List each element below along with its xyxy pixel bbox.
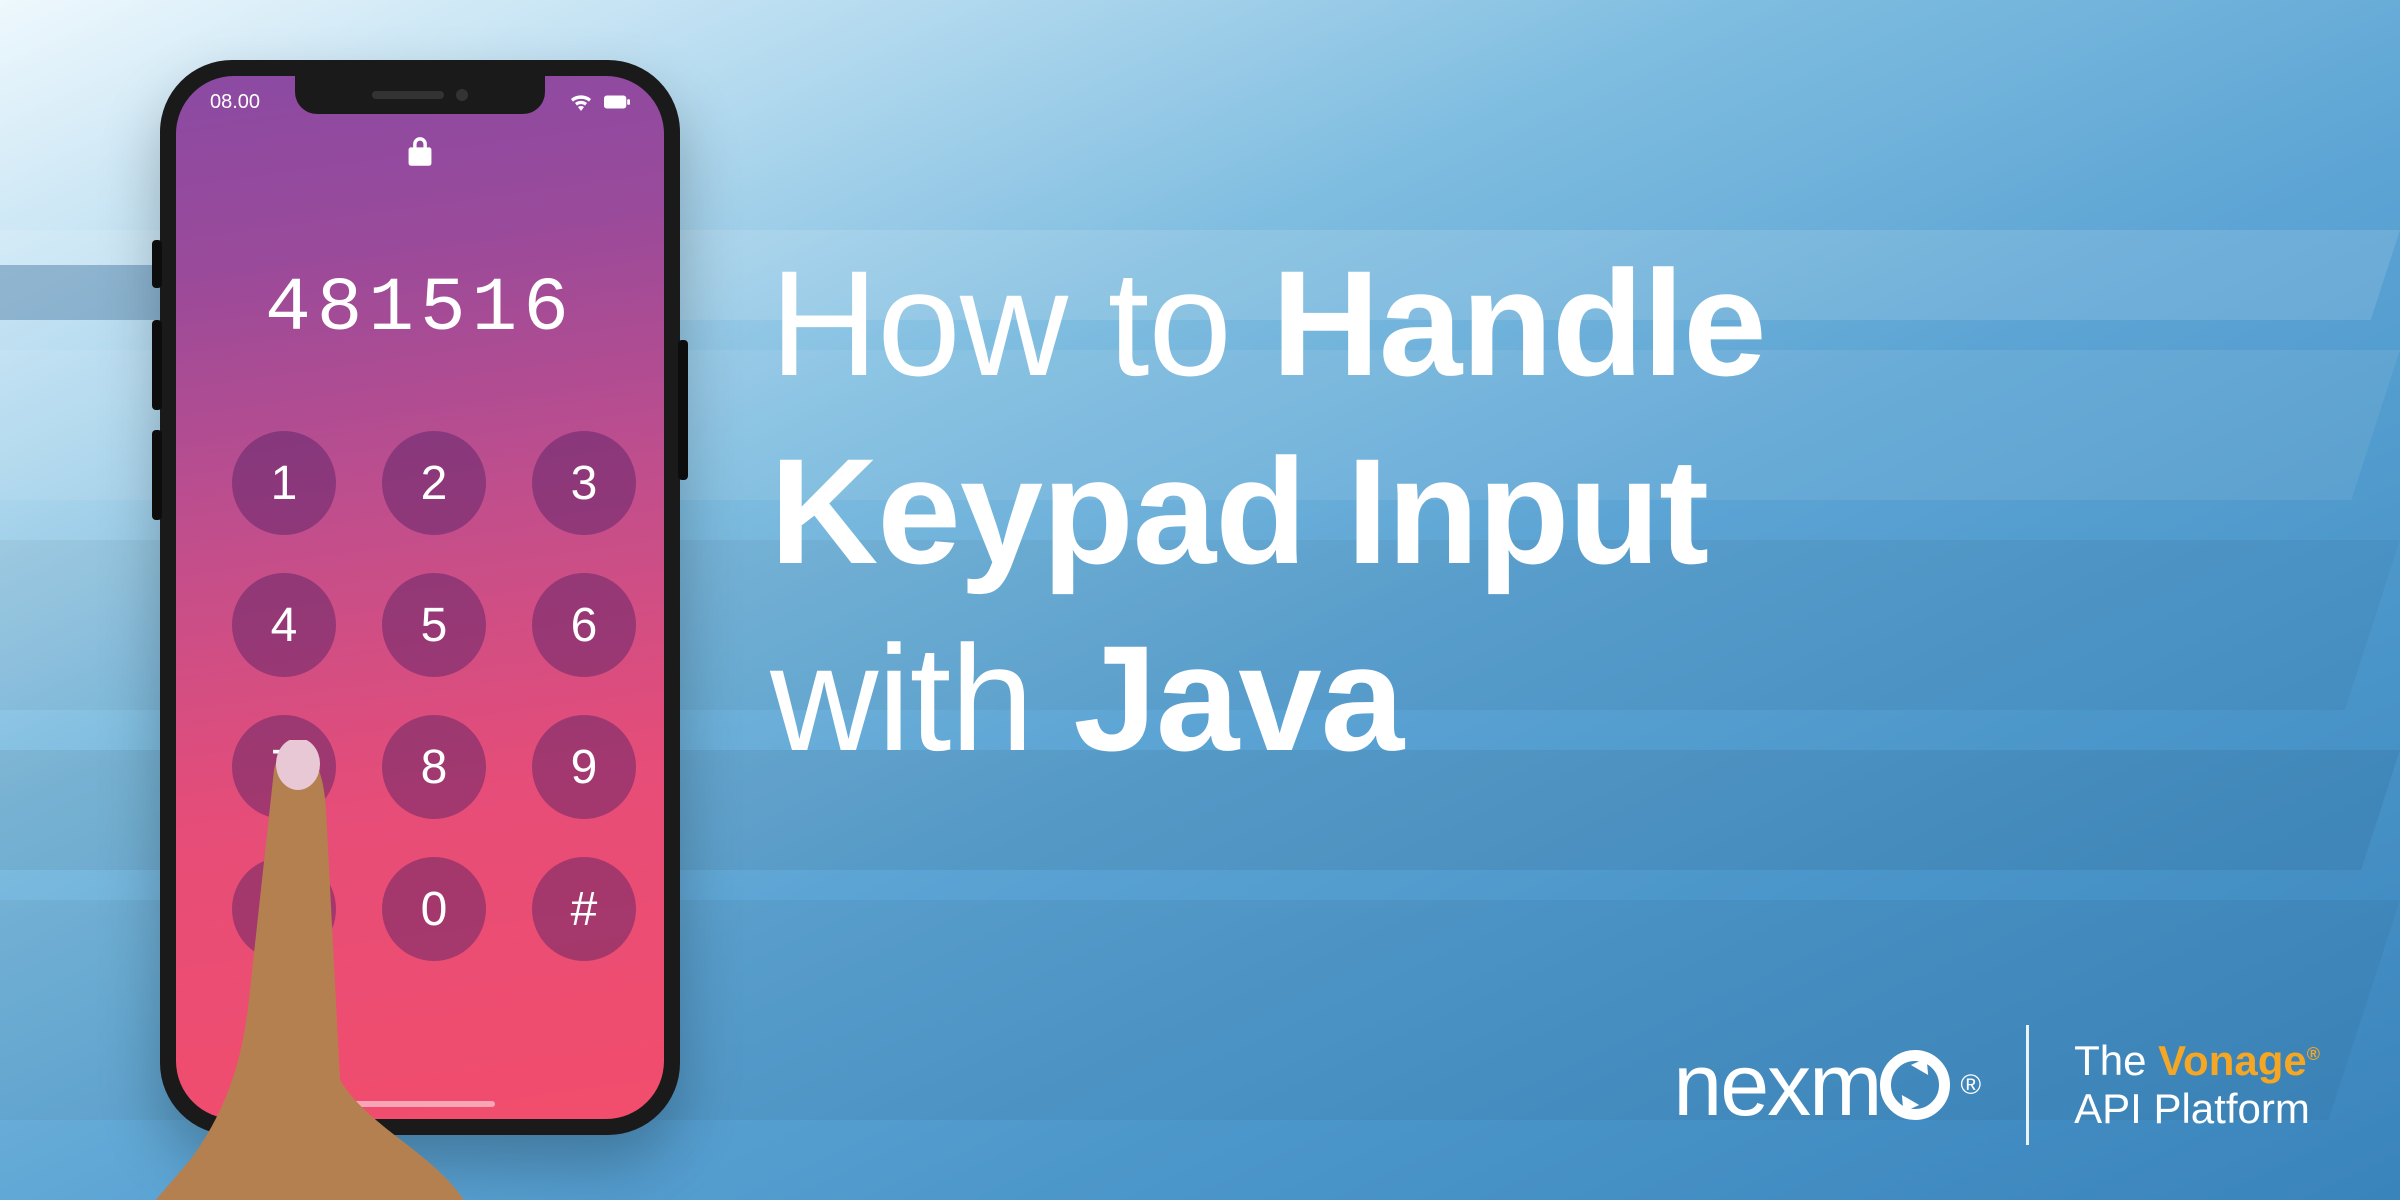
- home-indicator: [345, 1101, 495, 1107]
- headline-part3: with: [770, 614, 1073, 782]
- headline-bold3: Java: [1073, 614, 1403, 782]
- status-bar: 08.00: [176, 88, 664, 116]
- phone-screen: 08.00 481516 1 2 3 4 5 6 7 8 9 *: [176, 76, 664, 1119]
- headline-bold1: Handle: [1272, 239, 1766, 407]
- brand-tagline: The Vonage® API Platform: [2074, 1037, 2320, 1134]
- keypad-key-8[interactable]: 8: [382, 715, 486, 819]
- keypad-key-2[interactable]: 2: [382, 431, 486, 535]
- keypad-key-0[interactable]: 0: [382, 857, 486, 961]
- brand-block: nexm ® The Vonage® API Platform: [1673, 1025, 2320, 1145]
- phone-illustration: 08.00 481516 1 2 3 4 5 6 7 8 9 *: [160, 60, 680, 1135]
- wifi-icon: [568, 93, 594, 111]
- registered-mark: ®: [1960, 1069, 1981, 1101]
- tagline-pre: The: [2074, 1037, 2158, 1084]
- keypad-key-star[interactable]: *: [232, 857, 336, 961]
- nexmo-logo: nexm ®: [1673, 1034, 1981, 1136]
- keypad-key-9[interactable]: 9: [532, 715, 636, 819]
- tagline-reg: ®: [2307, 1044, 2320, 1064]
- entered-digits: 481516: [176, 266, 664, 352]
- tagline-line2: API Platform: [2074, 1085, 2320, 1133]
- keypad-key-1[interactable]: 1: [232, 431, 336, 535]
- status-time: 08.00: [210, 91, 260, 114]
- logo-divider: [2026, 1025, 2029, 1145]
- nexmo-wordmark: nexm: [1673, 1034, 1880, 1136]
- keypad-key-hash[interactable]: #: [532, 857, 636, 961]
- phone-mute-switch: [152, 240, 162, 288]
- phone-volume-down: [152, 430, 162, 520]
- nexmo-o-icon: [1880, 1050, 1950, 1120]
- keypad-key-5[interactable]: 5: [382, 573, 486, 677]
- keypad-key-3[interactable]: 3: [532, 431, 636, 535]
- headline-part1: How to: [770, 239, 1272, 407]
- keypad: 1 2 3 4 5 6 7 8 9 * 0 #: [176, 431, 664, 961]
- keypad-key-7[interactable]: 7: [232, 715, 336, 819]
- battery-icon: [604, 93, 630, 111]
- keypad-key-6[interactable]: 6: [532, 573, 636, 677]
- headline: How to Handle Keypad Input with Java: [770, 230, 2320, 793]
- lock-icon: [406, 136, 434, 168]
- keypad-key-4[interactable]: 4: [232, 573, 336, 677]
- headline-bold2: Keypad Input: [770, 418, 2320, 606]
- promo-banner: 08.00 481516 1 2 3 4 5 6 7 8 9 *: [0, 0, 2400, 1200]
- phone-power-button: [678, 340, 688, 480]
- phone-volume-up: [152, 320, 162, 410]
- tagline-accent: Vonage: [2158, 1037, 2307, 1084]
